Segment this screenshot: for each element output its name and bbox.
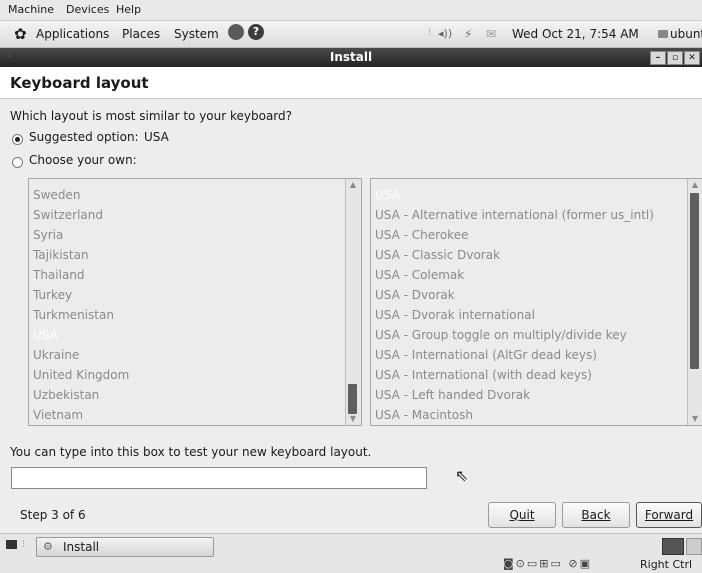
web-browser-icon[interactable] bbox=[228, 24, 244, 40]
list-item[interactable]: Switzerland bbox=[29, 205, 103, 225]
top-panel: ✿ Applications Places System ? ⁝ ◂)) ⚡ ✉… bbox=[0, 21, 702, 48]
list-item[interactable]: USA - Colemak bbox=[371, 265, 464, 285]
minimize-button[interactable]: – bbox=[650, 51, 666, 65]
list-item[interactable]: USA - International (with dead keys) bbox=[371, 365, 592, 385]
page-header: Keyboard layout bbox=[0, 67, 702, 99]
workspace-2-icon[interactable] bbox=[686, 538, 702, 555]
user-menu[interactable]: ubuntu bbox=[670, 27, 702, 41]
list-item[interactable]: Syria bbox=[29, 225, 63, 245]
back-label: Back bbox=[581, 508, 611, 522]
list-item[interactable]: USA - Classic Dvorak bbox=[371, 245, 500, 265]
vm-menubar: Machine Devices Help bbox=[0, 0, 702, 21]
user-icon bbox=[658, 30, 668, 38]
choose-own-radio[interactable] bbox=[12, 157, 23, 168]
places-menu[interactable]: Places bbox=[122, 27, 160, 41]
country-scrollbar[interactable]: ▲ ▼ bbox=[345, 179, 360, 425]
list-item[interactable]: USA - International (AltGr dead keys) bbox=[371, 345, 597, 365]
suggested-label[interactable]: Suggested option: bbox=[29, 130, 139, 144]
workspace-1-icon[interactable] bbox=[662, 538, 684, 555]
list-item[interactable]: Vietnam bbox=[29, 405, 83, 425]
list-item[interactable]: Thailand bbox=[29, 265, 85, 285]
help-icon[interactable]: ? bbox=[248, 24, 264, 40]
variant-scrollbar[interactable]: ▲ ▼ bbox=[687, 179, 702, 425]
scroll-thumb[interactable] bbox=[348, 384, 357, 414]
volume-icon[interactable]: ◂)) bbox=[438, 27, 452, 40]
page-title: Keyboard layout bbox=[10, 74, 149, 92]
list-item[interactable]: Sweden bbox=[29, 185, 80, 205]
window-titlebar[interactable]: ◦ Install – ▫ ✕ bbox=[0, 48, 702, 67]
layout-question: Which layout is most similar to your key… bbox=[10, 109, 293, 123]
test-hint: You can type into this box to test your … bbox=[10, 445, 372, 459]
applications-menu[interactable]: Applications bbox=[36, 27, 109, 41]
country-list[interactable]: Sweden Switzerland Syria Tajikistan Thailand… bbox=[28, 178, 362, 426]
window-title: Install bbox=[329, 50, 373, 64]
step-indicator: Step 3 of 6 bbox=[20, 508, 86, 522]
list-item[interactable]: USA - Left handed Dvorak bbox=[371, 385, 530, 405]
menu-devices[interactable]: Devices bbox=[66, 3, 109, 16]
forward-button[interactable]: Forward bbox=[636, 502, 702, 528]
menu-machine[interactable]: Machine bbox=[8, 3, 54, 16]
list-item[interactable]: United Kingdom bbox=[29, 365, 129, 385]
list-item[interactable]: USA - Macintosh bbox=[371, 405, 473, 425]
list-item[interactable]: Ukraine bbox=[29, 345, 79, 365]
gnome-foot-icon: ✿ bbox=[14, 25, 27, 43]
list-item[interactable]: USA - Cherokee bbox=[371, 225, 468, 245]
host-key-label: Right Ctrl bbox=[640, 558, 693, 571]
list-item[interactable]: USA bbox=[29, 325, 58, 345]
list-item[interactable]: Turkmenistan bbox=[29, 305, 114, 325]
choose-own-label[interactable]: Choose your own: bbox=[29, 153, 137, 167]
taskbar-item-label: Install bbox=[63, 540, 100, 554]
mail-icon[interactable]: ✉ bbox=[486, 27, 496, 41]
list-item[interactable]: USA - Dvorak international bbox=[371, 305, 535, 325]
system-menu[interactable]: System bbox=[174, 27, 219, 41]
list-item[interactable]: USA - Dvorak bbox=[371, 285, 455, 305]
network-icon[interactable]: ⁝ bbox=[428, 27, 431, 38]
forward-label: Forward bbox=[644, 508, 694, 522]
vm-device-icons[interactable]: ◙⊙▭⊞▭ ⊘▣ bbox=[503, 557, 592, 570]
panel-handle-icon: ⁝ bbox=[22, 539, 26, 550]
list-item[interactable]: Turkey bbox=[29, 285, 72, 305]
quit-button[interactable]: Quit bbox=[488, 502, 556, 528]
vm-statusbar: ◙⊙▭⊞▭ ⊘▣ Right Ctrl bbox=[0, 557, 702, 573]
clock[interactable]: Wed Oct 21, 7:54 AM bbox=[512, 27, 639, 41]
list-item[interactable]: Tajikistan bbox=[29, 245, 89, 265]
scroll-down-icon[interactable]: ▼ bbox=[688, 413, 702, 425]
mouse-pointer-icon: ⇖ bbox=[455, 466, 469, 485]
menu-help[interactable]: Help bbox=[116, 3, 141, 16]
list-item[interactable]: USA - Alternative international (former … bbox=[371, 205, 654, 225]
list-item[interactable]: USA - Group toggle on multiply/divide ke… bbox=[371, 325, 627, 345]
installer-icon: ⚙ bbox=[43, 540, 53, 553]
show-desktop-icon[interactable] bbox=[6, 540, 17, 549]
taskbar-item-install[interactable]: ⚙ Install bbox=[36, 537, 214, 557]
back-button[interactable]: Back bbox=[562, 502, 630, 528]
scroll-up-icon[interactable]: ▲ bbox=[688, 179, 702, 191]
suggested-radio[interactable] bbox=[12, 134, 23, 145]
close-button[interactable]: ✕ bbox=[684, 51, 700, 65]
quit-label: Quit bbox=[509, 508, 535, 522]
variant-list[interactable]: USA USA - Alternative international (form… bbox=[370, 178, 702, 426]
suggested-value: USA bbox=[144, 130, 169, 144]
list-item[interactable]: Uzbekistan bbox=[29, 385, 99, 405]
bottom-panel: ⁝ ⚙ Install bbox=[0, 533, 702, 558]
scroll-thumb[interactable] bbox=[690, 193, 699, 369]
maximize-button[interactable]: ▫ bbox=[667, 51, 683, 65]
scroll-up-icon[interactable]: ▲ bbox=[346, 179, 360, 191]
power-icon[interactable]: ⚡ bbox=[464, 27, 472, 41]
keyboard-test-input[interactable] bbox=[11, 467, 427, 489]
list-item[interactable]: USA bbox=[371, 185, 400, 205]
scroll-down-icon[interactable]: ▼ bbox=[346, 413, 360, 425]
